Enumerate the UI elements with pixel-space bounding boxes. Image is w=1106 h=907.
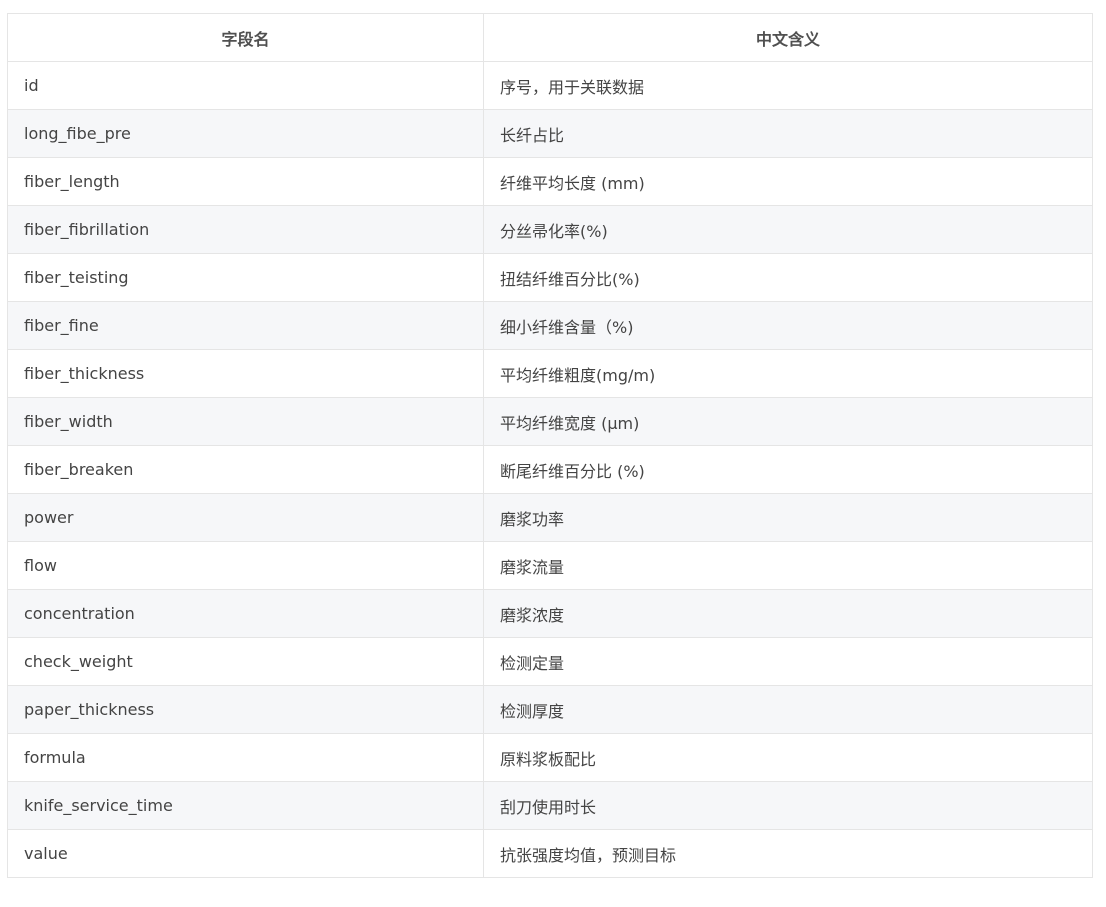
table-row: id 序号，用于关联数据 [7, 61, 1093, 110]
table-row: value 抗张强度均值，预测目标 [7, 829, 1093, 878]
field-name-cell: power [7, 493, 484, 542]
table-row: concentration 磨浆浓度 [7, 589, 1093, 638]
field-name-cell: fiber_breaken [7, 445, 484, 494]
table-row: fiber_thickness 平均纤维粗度(mg/m) [7, 349, 1093, 398]
field-name-cell: fiber_thickness [7, 349, 484, 398]
table-row: check_weight 检测定量 [7, 637, 1093, 686]
meaning-cell: 纤维平均长度 (mm) [483, 157, 1093, 206]
column-header-field-name: 字段名 [7, 13, 484, 62]
field-name-cell: fiber_length [7, 157, 484, 206]
table-row: fiber_breaken 断尾纤维百分比 (%) [7, 445, 1093, 494]
meaning-cell: 平均纤维粗度(mg/m) [483, 349, 1093, 398]
meaning-cell: 原料浆板配比 [483, 733, 1093, 782]
table-row: fiber_width 平均纤维宽度 (μm) [7, 397, 1093, 446]
meaning-cell: 刮刀使用时长 [483, 781, 1093, 830]
meaning-cell: 检测定量 [483, 637, 1093, 686]
field-name-cell: id [7, 61, 484, 110]
table-header-row: 字段名 中文含义 [7, 13, 1093, 62]
meaning-cell: 分丝帚化率(%) [483, 205, 1093, 254]
field-name-cell: fiber_fibrillation [7, 205, 484, 254]
table-row: formula 原料浆板配比 [7, 733, 1093, 782]
table-body: id 序号，用于关联数据 long_fibe_pre 长纤占比 fiber_length… [7, 61, 1093, 878]
field-name-cell: formula [7, 733, 484, 782]
field-name-cell: knife_service_time [7, 781, 484, 830]
meaning-cell: 扭结纤维百分比(%) [483, 253, 1093, 302]
table-row: power 磨浆功率 [7, 493, 1093, 542]
field-name-cell: value [7, 829, 484, 878]
field-table: 字段名 中文含义 id 序号，用于关联数据 long_fibe_pre 长纤占比 fib… [7, 13, 1093, 878]
meaning-cell: 细小纤维含量（%) [483, 301, 1093, 350]
meaning-cell: 检测厚度 [483, 685, 1093, 734]
meaning-cell: 平均纤维宽度 (μm) [483, 397, 1093, 446]
field-name-cell: fiber_width [7, 397, 484, 446]
meaning-cell: 抗张强度均值，预测目标 [483, 829, 1093, 878]
table-row: knife_service_time 刮刀使用时长 [7, 781, 1093, 830]
meaning-cell: 磨浆浓度 [483, 589, 1093, 638]
meaning-cell: 长纤占比 [483, 109, 1093, 158]
field-name-cell: fiber_teisting [7, 253, 484, 302]
table-row: long_fibe_pre 长纤占比 [7, 109, 1093, 158]
table-row: paper_thickness 检测厚度 [7, 685, 1093, 734]
table-row: fiber_fine 细小纤维含量（%) [7, 301, 1093, 350]
table-row: flow 磨浆流量 [7, 541, 1093, 590]
table-row: fiber_fibrillation 分丝帚化率(%) [7, 205, 1093, 254]
field-name-cell: check_weight [7, 637, 484, 686]
meaning-cell: 序号，用于关联数据 [483, 61, 1093, 110]
column-header-meaning: 中文含义 [483, 13, 1093, 62]
field-name-cell: flow [7, 541, 484, 590]
field-name-cell: long_fibe_pre [7, 109, 484, 158]
field-table-container: 字段名 中文含义 id 序号，用于关联数据 long_fibe_pre 长纤占比 fib… [7, 13, 1093, 878]
meaning-cell: 磨浆流量 [483, 541, 1093, 590]
field-name-cell: concentration [7, 589, 484, 638]
meaning-cell: 断尾纤维百分比 (%) [483, 445, 1093, 494]
meaning-cell: 磨浆功率 [483, 493, 1093, 542]
field-name-cell: paper_thickness [7, 685, 484, 734]
field-name-cell: fiber_fine [7, 301, 484, 350]
table-row: fiber_length 纤维平均长度 (mm) [7, 157, 1093, 206]
table-row: fiber_teisting 扭结纤维百分比(%) [7, 253, 1093, 302]
